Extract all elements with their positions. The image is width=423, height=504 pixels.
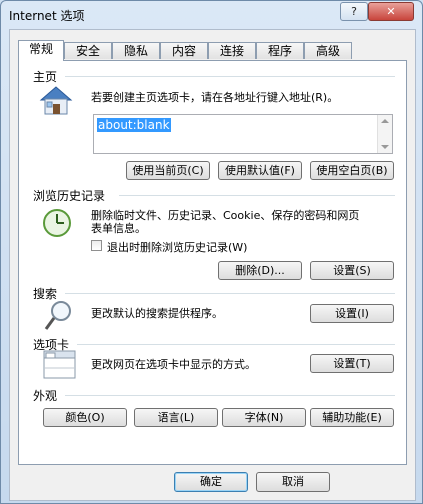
home-divider xyxy=(65,76,395,77)
scroll-down-icon[interactable] xyxy=(381,145,389,149)
home-description: 若要创建主页选项卡，请在各地址行键入地址(R)。 xyxy=(91,91,339,104)
home-page-url-input[interactable]: about:blank xyxy=(93,114,393,154)
magnifier-icon xyxy=(44,301,71,330)
delete-on-exit-checkbox[interactable] xyxy=(91,240,102,251)
tab-advanced[interactable]: 高级 xyxy=(304,42,352,59)
history-description-line2: 表单信息。 xyxy=(91,222,146,235)
house-icon xyxy=(39,86,73,115)
tab-connections[interactable]: 连接 xyxy=(208,42,256,59)
history-settings-button[interactable]: 设置(S) xyxy=(310,261,394,280)
window-title: Internet 选项 xyxy=(9,9,85,23)
languages-button[interactable]: 语言(L) xyxy=(134,408,218,427)
tabs-divider xyxy=(77,344,395,345)
appearance-divider xyxy=(65,395,395,396)
clock-icon xyxy=(43,209,71,237)
tab-programs[interactable]: 程序 xyxy=(256,42,304,59)
tabs-settings-button[interactable]: 设置(T) xyxy=(310,354,394,373)
use-default-button[interactable]: 使用默认值(F) xyxy=(218,161,302,180)
use-current-button[interactable]: 使用当前页(C) xyxy=(126,161,210,180)
tab-privacy[interactable]: 隐私 xyxy=(112,42,160,59)
delete-on-exit-label: 退出时删除浏览历史记录(W) xyxy=(107,241,248,254)
history-divider xyxy=(119,195,395,196)
history-section-title: 浏览历史记录 xyxy=(33,189,106,203)
appearance-section-title: 外观 xyxy=(33,389,58,403)
search-divider xyxy=(65,293,395,294)
tabs-description: 更改网页在选项卡中显示的方式。 xyxy=(91,358,256,371)
delete-history-button[interactable]: 删除(D)... xyxy=(218,261,302,280)
general-tab-panel: 主页 若要创建主页选项卡，请在各地址行键入地址(R)。 about:blank … xyxy=(18,60,407,465)
dialog-client-area: 常规 安全 隐私 内容 连接 程序 高级 主页 若要创建主页选项卡，请在各地址行… xyxy=(9,29,416,501)
search-description: 更改默认的搜索提供程序。 xyxy=(91,307,223,320)
accessibility-button[interactable]: 辅助功能(E) xyxy=(310,408,394,427)
tabs-window-icon xyxy=(43,350,76,379)
scroll-up-icon[interactable] xyxy=(381,119,389,123)
close-button[interactable]: ✕ xyxy=(368,2,414,21)
tab-general[interactable]: 常规 xyxy=(18,40,64,61)
cancel-button[interactable]: 取消 xyxy=(256,472,330,492)
help-button[interactable]: ? xyxy=(340,2,368,21)
colors-button[interactable]: 颜色(O) xyxy=(43,408,127,427)
home-page-url-text: about:blank xyxy=(97,118,171,132)
internet-options-dialog: Internet 选项 ? ✕ 常规 安全 隐私 内容 连接 程序 高级 主页 … xyxy=(0,0,423,504)
home-section-title: 主页 xyxy=(33,70,58,84)
use-blank-button[interactable]: 使用空白页(B) xyxy=(310,161,394,180)
fonts-button[interactable]: 字体(N) xyxy=(222,408,306,427)
url-scrollbar[interactable] xyxy=(377,115,392,153)
tab-security[interactable]: 安全 xyxy=(64,42,112,59)
tab-content[interactable]: 内容 xyxy=(160,42,208,59)
ok-button[interactable]: 确定 xyxy=(174,472,248,492)
search-settings-button[interactable]: 设置(I) xyxy=(310,304,394,323)
